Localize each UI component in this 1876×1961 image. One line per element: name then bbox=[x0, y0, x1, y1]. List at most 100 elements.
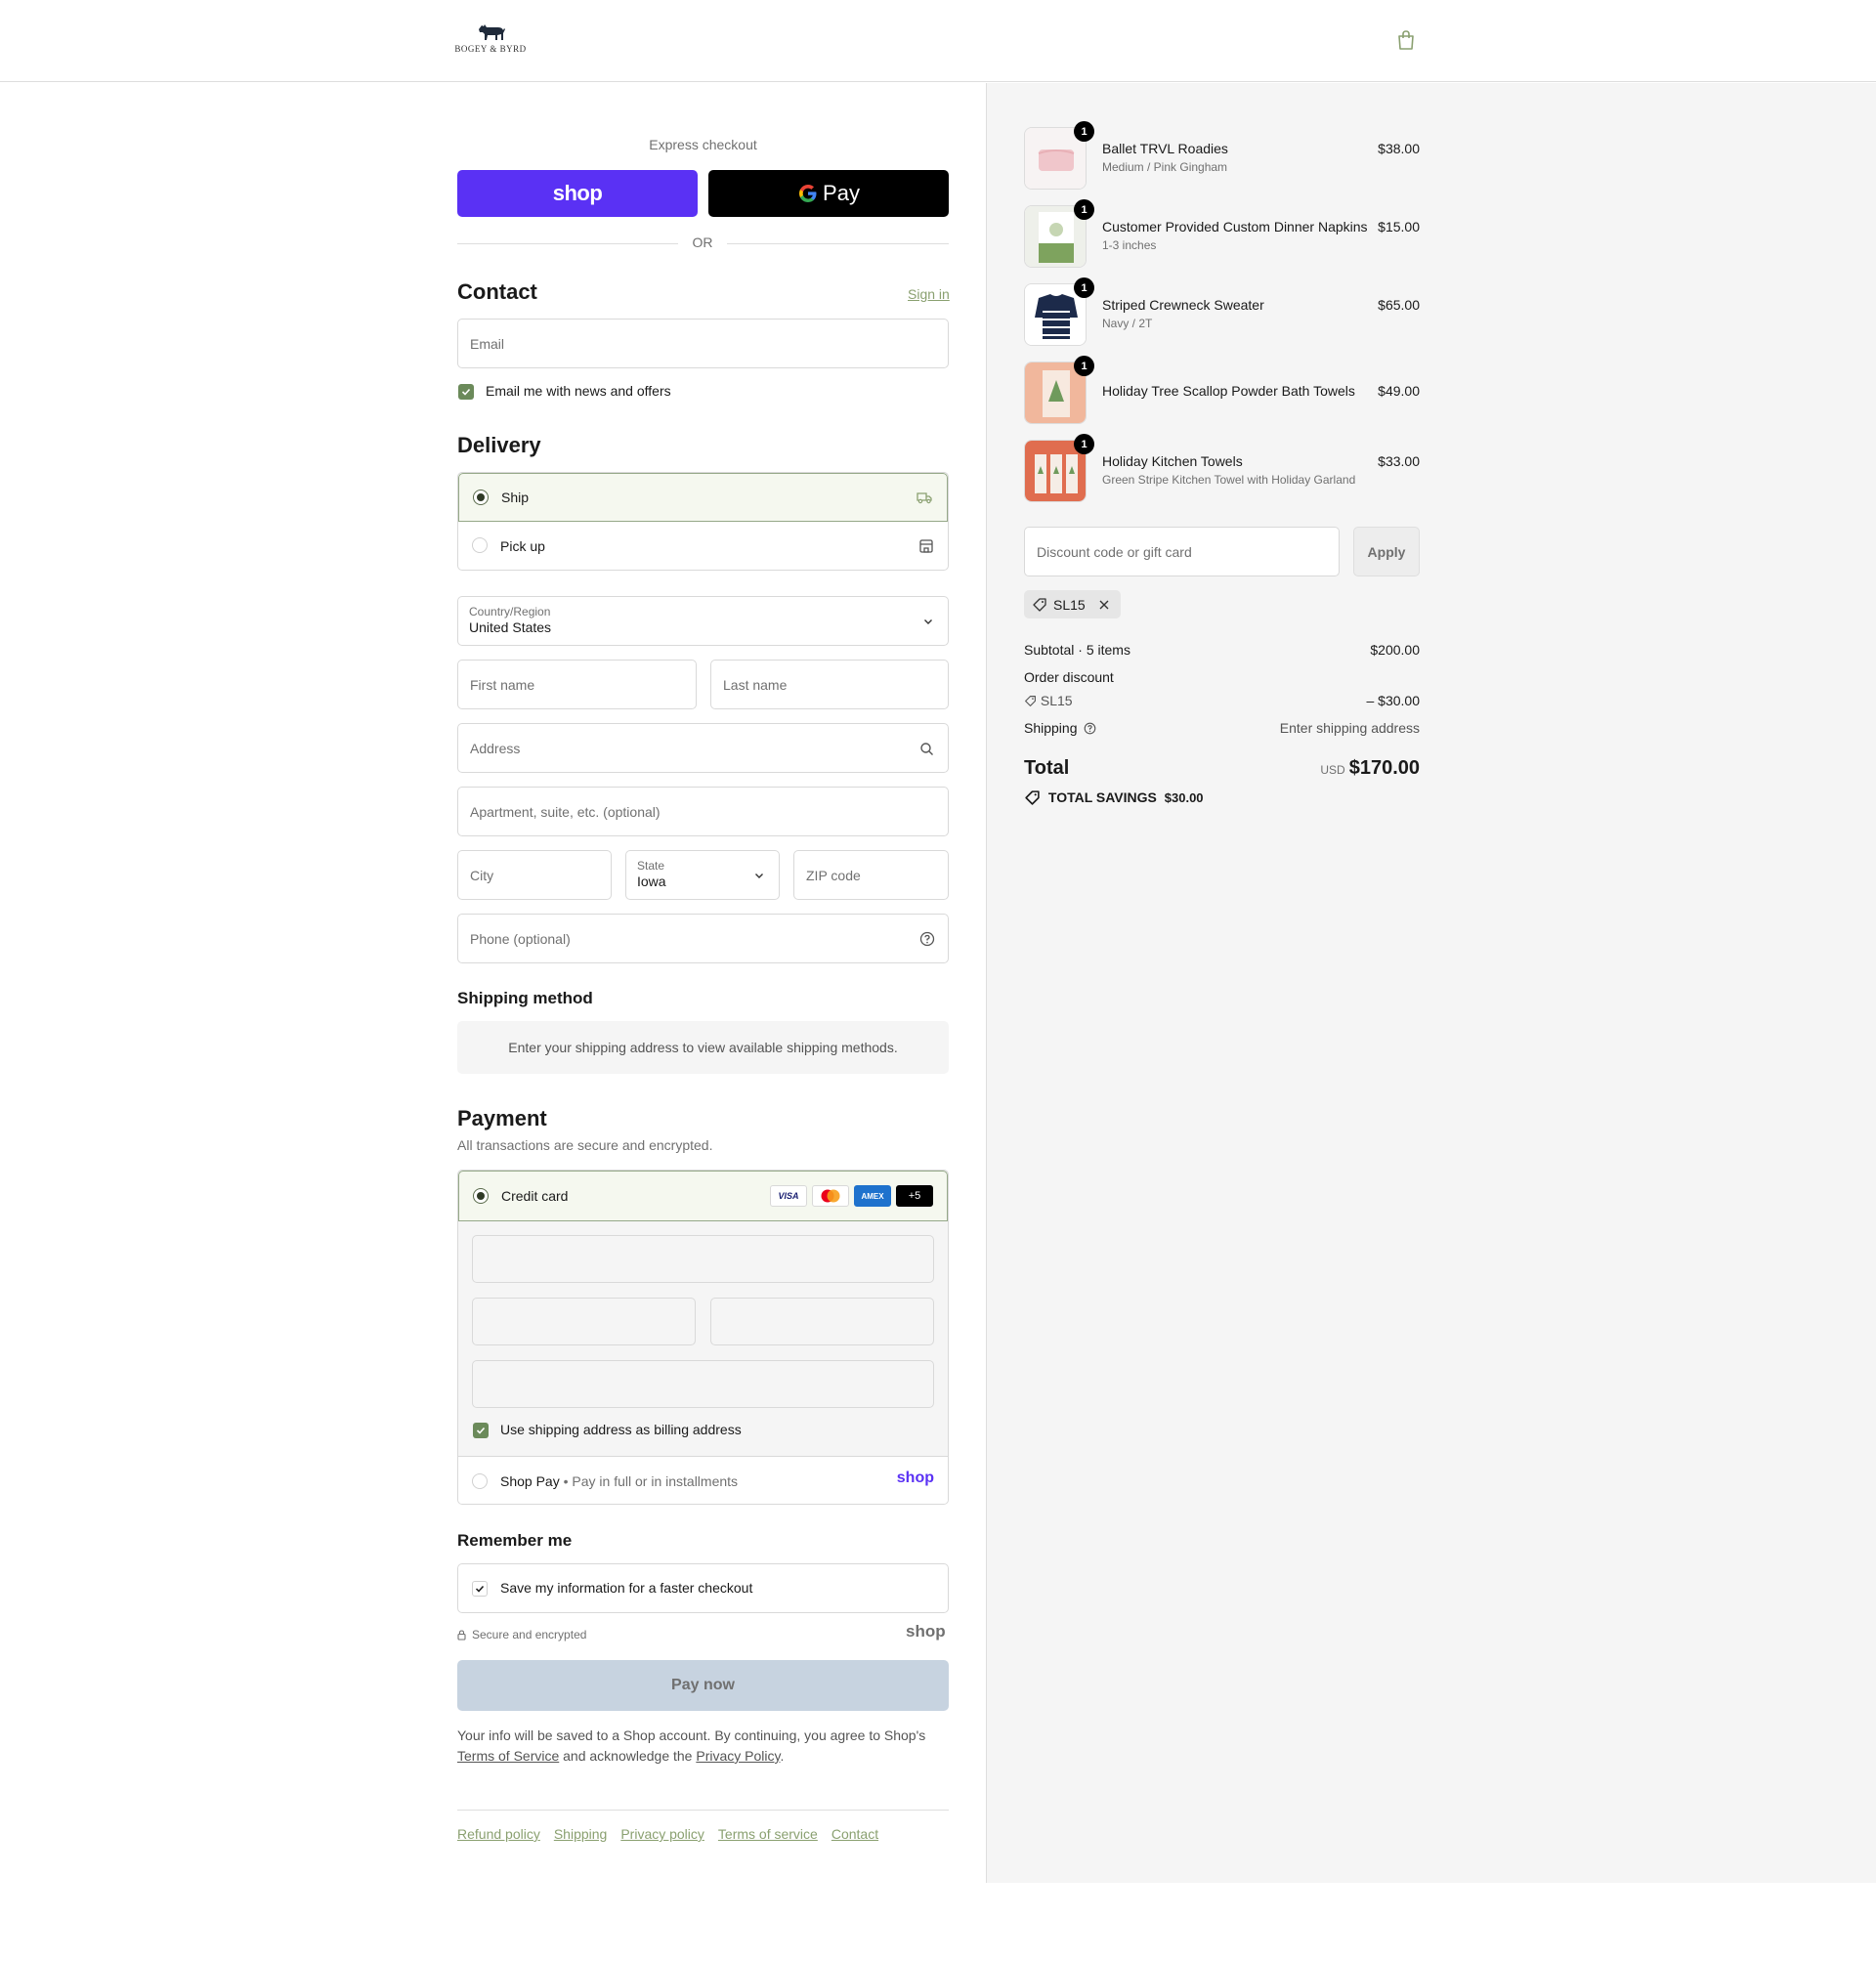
item-variant: Navy / 2T bbox=[1102, 317, 1153, 330]
legal-line1: Your info will be saved to a Shop accoun… bbox=[457, 1727, 926, 1743]
billing-checkbox[interactable] bbox=[473, 1423, 489, 1438]
shopping-bag-icon[interactable] bbox=[1395, 29, 1417, 51]
country-value: United States bbox=[469, 619, 552, 635]
save-info-label: Save my information for a faster checkou… bbox=[500, 1580, 753, 1596]
pickup-radio[interactable] bbox=[472, 537, 488, 553]
credit-card-option[interactable]: Credit card VISA AMEX +5 bbox=[458, 1171, 948, 1221]
card-security-code-field[interactable] bbox=[710, 1298, 934, 1345]
sign-in-link[interactable]: Sign in bbox=[908, 286, 950, 302]
shop-logo: shop bbox=[906, 1622, 946, 1641]
zip-field[interactable]: ZIP code bbox=[793, 850, 949, 900]
apply-label: Apply bbox=[1367, 543, 1406, 560]
amex-icon: AMEX bbox=[854, 1185, 891, 1207]
divider-left bbox=[457, 243, 678, 244]
discount-value: – $30.00 bbox=[1366, 693, 1421, 708]
item-price: $65.00 bbox=[1378, 297, 1420, 313]
order-discount-label: Order discount bbox=[1024, 669, 1114, 685]
total-savings-row: TOTAL SAVINGS $30.00 bbox=[1024, 789, 1420, 806]
city-field[interactable]: City bbox=[457, 850, 612, 900]
cart-item: 1 Holiday Kitchen Towels Green Stripe Ki… bbox=[1024, 434, 1420, 506]
delivery-heading: Delivery bbox=[457, 433, 541, 457]
pay-now-label: Pay now bbox=[671, 1677, 735, 1693]
checkmark-icon bbox=[476, 1427, 486, 1434]
visa-icon: VISA bbox=[770, 1185, 807, 1207]
ship-radio[interactable] bbox=[473, 490, 489, 505]
discount-code-label: SL15 bbox=[1053, 596, 1086, 613]
brand-logo[interactable]: BOGEY & BYRD bbox=[454, 20, 526, 59]
total-amount: USD $170.00 bbox=[1320, 757, 1420, 780]
item-price: $15.00 bbox=[1378, 219, 1420, 234]
order-discount-row: Order discount bbox=[1024, 669, 1420, 685]
item-price: $38.00 bbox=[1378, 141, 1420, 156]
terms-of-service-footer-link[interactable]: Terms of service bbox=[718, 1826, 818, 1842]
divider-right bbox=[727, 243, 949, 244]
remember-me-heading: Remember me bbox=[457, 1531, 573, 1550]
terms-of-service-link[interactable]: Terms of Service bbox=[457, 1748, 559, 1764]
pay-now-button[interactable]: Pay now bbox=[457, 1660, 949, 1711]
refund-policy-link[interactable]: Refund policy bbox=[457, 1826, 540, 1842]
shop-pay-name: Shop Pay bbox=[500, 1473, 560, 1489]
shipping-row: Shipping Enter shipping address bbox=[1024, 720, 1420, 736]
news-checkbox[interactable] bbox=[458, 384, 474, 400]
google-pay-button[interactable]: Pay bbox=[708, 170, 949, 217]
email-placeholder: Email bbox=[470, 335, 505, 352]
apartment-field[interactable]: Apartment, suite, etc. (optional) bbox=[457, 787, 949, 836]
billing-label: Use shipping address as billing address bbox=[500, 1422, 742, 1437]
currency-label: USD bbox=[1320, 763, 1345, 777]
card-name-field[interactable] bbox=[472, 1360, 934, 1408]
shop-pay-option[interactable]: Shop Pay • Pay in full or in installment… bbox=[458, 1456, 948, 1504]
item-variant: Green Stripe Kitchen Towel with Holiday … bbox=[1102, 473, 1356, 487]
item-price: $33.00 bbox=[1378, 453, 1420, 469]
ship-label: Ship bbox=[501, 490, 530, 505]
or-divider-label: OR bbox=[692, 234, 713, 250]
legal-text: Your info will be saved to a Shop accoun… bbox=[457, 1726, 949, 1767]
help-icon[interactable] bbox=[1084, 722, 1096, 735]
discount-code-row: SL15 – $30.00 bbox=[1024, 693, 1420, 708]
express-checkout-title: Express checkout bbox=[649, 137, 757, 152]
payment-heading: Payment bbox=[457, 1106, 547, 1130]
save-info-checkbox[interactable] bbox=[472, 1581, 488, 1597]
item-name: Holiday Tree Scallop Powder Bath Towels bbox=[1102, 383, 1355, 399]
discount-code-field[interactable]: Discount code or gift card bbox=[1024, 527, 1340, 576]
remember-me-box[interactable]: Save my information for a faster checkou… bbox=[457, 1563, 949, 1613]
ship-option[interactable]: Ship bbox=[458, 473, 948, 522]
card-number-field[interactable] bbox=[472, 1235, 934, 1283]
phone-field[interactable]: Phone (optional) bbox=[457, 914, 949, 963]
total-label: Total bbox=[1024, 757, 1070, 779]
applied-discount-tag: SL15 bbox=[1024, 590, 1121, 618]
footer-divider bbox=[457, 1810, 949, 1811]
tag-icon bbox=[1025, 696, 1036, 706]
shipping-method-heading: Shipping method bbox=[457, 989, 593, 1007]
privacy-policy-link[interactable]: Privacy Policy bbox=[696, 1748, 780, 1764]
shipping-link[interactable]: Shipping bbox=[554, 1826, 608, 1842]
google-pay-label: Pay bbox=[823, 181, 860, 205]
contact-link[interactable]: Contact bbox=[831, 1826, 878, 1842]
shipping-method-info: Enter your shipping address to view avai… bbox=[457, 1021, 949, 1074]
close-icon[interactable] bbox=[1097, 598, 1111, 612]
quantity-badge: 1 bbox=[1074, 356, 1094, 376]
shop-pay-radio[interactable] bbox=[472, 1473, 488, 1489]
card-expiry-field[interactable] bbox=[472, 1298, 696, 1345]
first-name-field[interactable]: First name bbox=[457, 660, 697, 709]
help-icon[interactable] bbox=[919, 931, 935, 947]
country-label: Country/Region bbox=[469, 605, 551, 618]
last-name-field[interactable]: Last name bbox=[710, 660, 949, 709]
pickup-option[interactable]: Pick up bbox=[458, 522, 948, 570]
dog-logo-icon bbox=[479, 24, 505, 40]
email-field[interactable]: Email bbox=[457, 319, 949, 368]
state-select[interactable]: State Iowa bbox=[625, 850, 780, 900]
item-name: Customer Provided Custom Dinner Napkins bbox=[1102, 219, 1368, 234]
shop-pay-label: Shop Pay • Pay in full or in installment… bbox=[500, 1473, 738, 1489]
shipping-value: Enter shipping address bbox=[1279, 720, 1420, 736]
country-select[interactable]: Country/Region United States bbox=[457, 596, 949, 646]
discount-code-name: SL15 bbox=[1040, 693, 1073, 708]
chevron-down-icon bbox=[924, 618, 932, 624]
apply-button[interactable]: Apply bbox=[1353, 527, 1420, 576]
address-field[interactable]: Address bbox=[457, 723, 949, 773]
apartment-placeholder: Apartment, suite, etc. (optional) bbox=[470, 803, 661, 820]
privacy-policy-footer-link[interactable]: Privacy policy bbox=[620, 1826, 704, 1842]
credit-card-radio[interactable] bbox=[473, 1188, 489, 1204]
shop-pay-express-button[interactable]: shop bbox=[457, 170, 698, 217]
shipping-method-info-text: Enter your shipping address to view avai… bbox=[508, 1040, 898, 1055]
shop-pay-logo: shop bbox=[896, 1470, 934, 1486]
